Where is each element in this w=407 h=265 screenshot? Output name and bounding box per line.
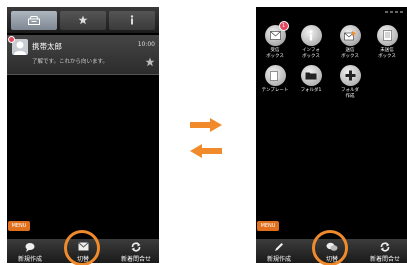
- create-folder-button[interactable]: フォルダ 作成: [333, 65, 367, 100]
- message-preview: 了解です。これから向います。: [32, 59, 108, 65]
- compose-icon: [25, 242, 35, 252]
- folder-label: 送信 ボックス: [341, 48, 359, 59]
- arrow-left-icon: [190, 144, 222, 158]
- folder-icon: [305, 72, 317, 80]
- check-new-label: 新着問合せ: [120, 256, 151, 263]
- message-list-screen: 携帯太郎 10:00 了解です。これから向います。 MENU 新規作成 切替 新…: [7, 7, 159, 263]
- unread-badge: 1: [278, 21, 289, 31]
- folder-info[interactable]: インフォ ボックス: [294, 25, 328, 60]
- compose-label: 新規作成: [266, 256, 291, 263]
- star-icon[interactable]: [145, 57, 155, 67]
- plus-icon: [345, 70, 355, 81]
- check-new-button[interactable]: 新着問合せ: [116, 241, 156, 263]
- unread-indicator: [8, 36, 15, 43]
- check-new-label: 新着問合せ: [369, 256, 400, 263]
- template-icon: [270, 70, 280, 81]
- refresh-icon: [380, 242, 390, 251]
- check-new-button[interactable]: 新着問合せ: [365, 241, 405, 263]
- compose-button[interactable]: 新規作成: [10, 241, 50, 263]
- folder-screen: 1 受信 ボックス インフォ ボックス 送信 ボックス 未送信 ボックス テンプ…: [256, 7, 407, 263]
- info-icon: [130, 15, 134, 25]
- info-icon: [309, 30, 313, 41]
- outbox-icon: [344, 30, 356, 40]
- folder-label: テンプレート: [261, 88, 289, 93]
- folder-label: フォルダ1: [300, 88, 322, 93]
- compose-icon: [275, 242, 283, 251]
- status-bar: [256, 7, 407, 16]
- message-time: 10:00: [137, 41, 155, 48]
- folder-1[interactable]: フォルダ1: [294, 65, 328, 94]
- sender-name: 携帯太郎: [32, 42, 62, 51]
- menu-button[interactable]: MENU: [8, 221, 30, 231]
- compose-label: 新規作成: [17, 256, 42, 263]
- message-list-item[interactable]: 携帯太郎 10:00 了解です。これから向います。: [7, 35, 159, 75]
- folder-drafts[interactable]: 未送信 ボックス: [370, 25, 404, 60]
- tab-bar: [7, 7, 159, 33]
- tab-mailbox[interactable]: [11, 10, 57, 30]
- star-icon: [78, 15, 88, 25]
- inbox-icon: [269, 31, 281, 40]
- highlight-circle: [64, 230, 100, 265]
- menu-button[interactable]: MENU: [257, 221, 279, 231]
- compose-button[interactable]: 新規作成: [259, 241, 299, 263]
- folder-label: 未送信 ボックス: [378, 48, 396, 59]
- drafts-icon: [382, 30, 392, 41]
- tab-info[interactable]: [109, 10, 155, 30]
- folder-label: 受信 ボックス: [266, 48, 284, 59]
- folder-inbox[interactable]: 1 受信 ボックス: [258, 21, 292, 60]
- folder-template[interactable]: テンプレート: [258, 65, 292, 94]
- folder-label: インフォ ボックス: [302, 48, 320, 59]
- tab-star[interactable]: [60, 10, 106, 30]
- refresh-icon: [131, 242, 141, 251]
- arrow-right-icon: [190, 118, 222, 132]
- folder-label: フォルダ 作成: [341, 88, 359, 99]
- folder-outbox[interactable]: 送信 ボックス: [333, 25, 367, 60]
- mailbox-icon: [28, 15, 40, 25]
- highlight-circle: [312, 230, 348, 265]
